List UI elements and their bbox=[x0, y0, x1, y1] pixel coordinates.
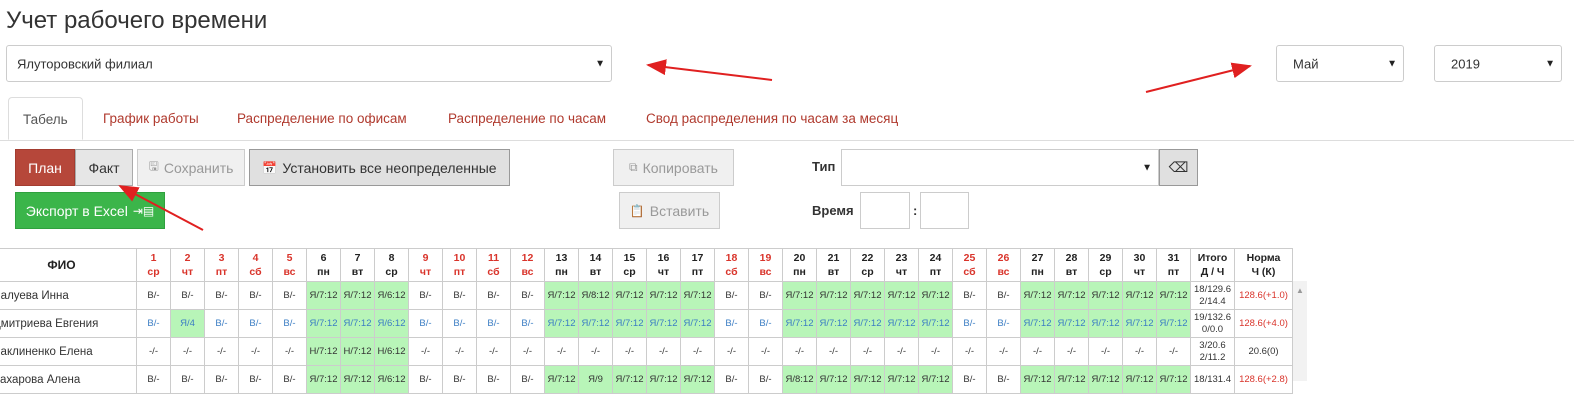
annotation-arrows bbox=[118, 59, 1252, 231]
arrow-to-month bbox=[1145, 62, 1252, 93]
arrow-to-branch bbox=[646, 59, 773, 81]
arrow-to-fact bbox=[118, 185, 204, 231]
